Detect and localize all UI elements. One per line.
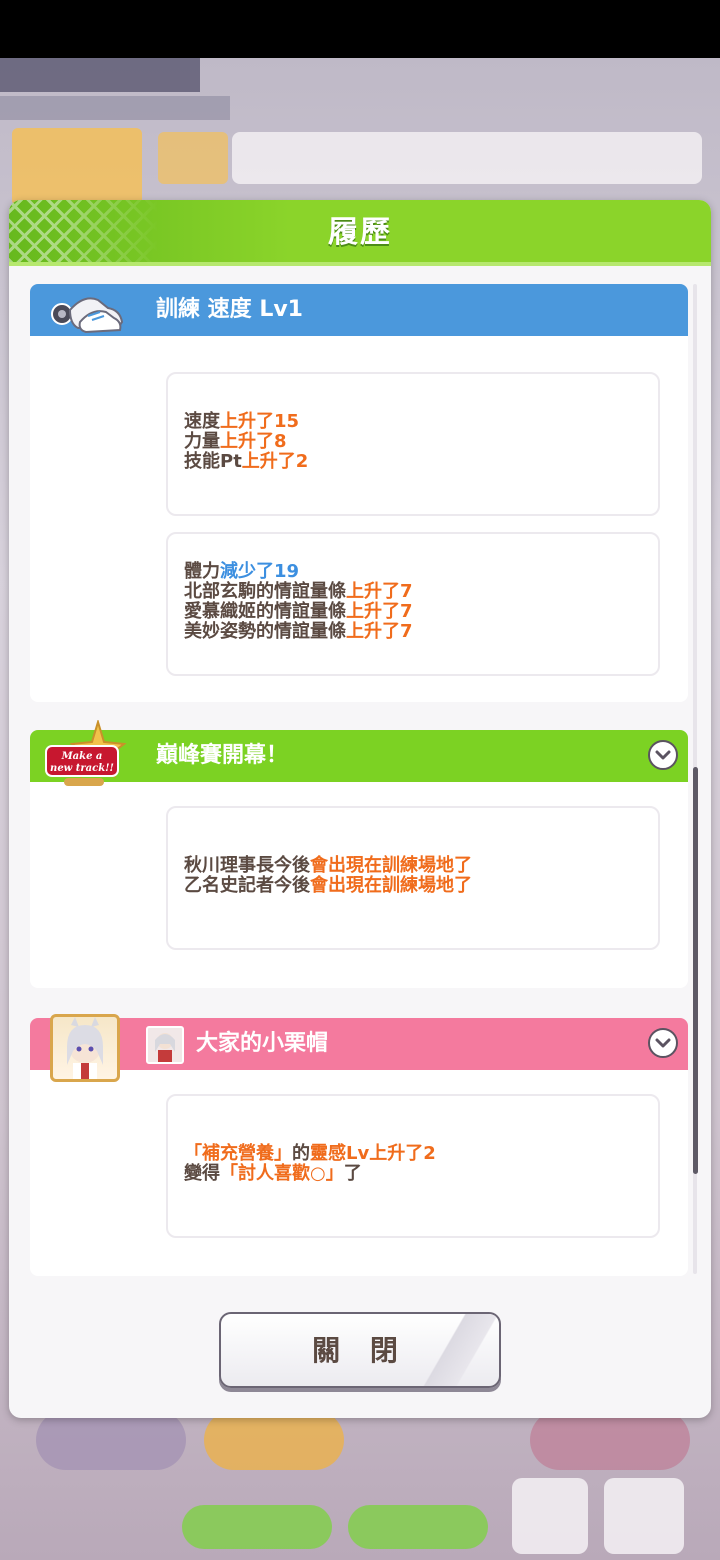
- result-text: 上升了7: [346, 601, 413, 622]
- result-text: 「討人喜歡○」: [220, 1163, 344, 1184]
- result-text: 減少了19: [220, 561, 300, 582]
- history-entry-training: 訓練 速度 Lv1 速度上升了15 力量上升了8 技能Pt上升了2 體力減少了19 北…: [30, 284, 688, 702]
- result-text: 上升了8: [220, 431, 287, 452]
- result-text: 的: [292, 1143, 310, 1164]
- background-goal-bar: [232, 132, 702, 184]
- background-skip-button: [182, 1505, 332, 1549]
- entry-header: 大家的小栗帽: [30, 1018, 688, 1070]
- result-line: 技能Pt上升了2: [184, 452, 308, 472]
- result-line: 愛慕織姬的情誼量條上升了7: [184, 602, 413, 622]
- result-text: 了: [343, 1163, 362, 1184]
- result-text: 速度: [184, 411, 220, 432]
- result-line: 體力減少了19: [184, 562, 299, 582]
- result-text: 上升了7: [346, 621, 413, 642]
- entry-title: 巔峰賽開幕！: [156, 743, 289, 768]
- background-goal-chip: [158, 132, 228, 184]
- result-text: 上升了7: [346, 581, 413, 602]
- result-text: 體力: [184, 561, 220, 582]
- result-text: 變得: [184, 1163, 220, 1184]
- close-button[interactable]: 關 閉: [219, 1312, 501, 1388]
- result-line: 北部玄駒的情誼量條上升了7: [184, 582, 413, 602]
- result-line: 「補充營養」的靈感Lv上升了2: [184, 1144, 436, 1164]
- result-box: 「補充營養」的靈感Lv上升了2 變得「討人喜歡○」了: [166, 1094, 660, 1238]
- badge-text-line2: new track!!: [50, 763, 114, 774]
- dialog-header: 履歷: [9, 200, 711, 266]
- badge-text-line1: Make a: [61, 751, 103, 762]
- background-race-button: [530, 1410, 690, 1470]
- result-line: 速度上升了15: [184, 412, 299, 432]
- chevron-down-icon[interactable]: [648, 740, 678, 770]
- scrollbar-thumb[interactable]: [693, 767, 698, 1174]
- result-box: 體力減少了19 北部玄駒的情誼量條上升了7 愛慕織姬的情誼量條上升了7 美妙姿勢的情誼…: [166, 532, 660, 676]
- result-box: 速度上升了15 力量上升了8 技能Pt上升了2: [166, 372, 660, 516]
- background-train-button: [204, 1410, 344, 1470]
- result-line: 力量上升了8: [184, 432, 287, 452]
- result-text: 上升了2: [241, 451, 309, 472]
- result-text: 乙名史記者今後: [184, 875, 310, 896]
- background-subtitle-bar: [0, 96, 230, 120]
- background-rest-button: [36, 1410, 186, 1470]
- background-turn-counter: [12, 128, 142, 206]
- entry-header: 訓練 速度 Lv1: [30, 284, 688, 336]
- chevron-down-icon[interactable]: [648, 1028, 678, 1058]
- history-entry-inspiration: 大家的小栗帽 「補充營養」的靈感Lv上升了2 變得「討人喜歡○」了: [30, 1018, 688, 1276]
- result-text: 上升了15: [220, 411, 300, 432]
- result-box: 秋川理事長今後會出現在訓練場地了 乙名史記者今後會出現在訓練場地了: [166, 806, 660, 950]
- make-a-new-track-badge-icon: Make a new track!!: [45, 720, 127, 786]
- result-text: 力量: [184, 431, 220, 452]
- result-text: 愛慕織姬的情誼量條: [184, 601, 346, 622]
- shoe-icon: [51, 297, 124, 334]
- character-portrait-icon: [50, 1014, 120, 1082]
- result-text: 會出現在訓練場地了: [310, 875, 472, 896]
- background-log-button: [512, 1478, 588, 1554]
- dialog-title: 履歷: [328, 215, 392, 250]
- history-list[interactable]: 訓練 速度 Lv1 速度上升了15 力量上升了8 技能Pt上升了2 體力減少了19 北…: [30, 284, 688, 1278]
- result-text: 「補充營養」: [184, 1143, 292, 1164]
- close-button-label: 關 閉: [312, 1334, 408, 1367]
- result-text: 北部玄駒的情誼量條: [184, 581, 346, 602]
- result-line: 秋川理事長今後會出現在訓練場地了: [184, 856, 472, 876]
- background-auto-button: [348, 1505, 488, 1549]
- result-text: Lv上升了2: [346, 1143, 436, 1164]
- result-text: 秋川理事長今後: [184, 855, 310, 876]
- entry-title: 大家的小栗帽: [196, 1031, 329, 1056]
- entry-title: 訓練 速度 Lv1: [156, 297, 303, 322]
- result-text: 美妙姿勢的情誼量條: [184, 621, 346, 642]
- result-text: 技能Pt: [184, 451, 242, 472]
- result-text: 靈感: [310, 1143, 346, 1164]
- result-line: 美妙姿勢的情誼量條上升了7: [184, 622, 413, 642]
- background-menu-button: [604, 1478, 684, 1554]
- result-text: 會出現在訓練場地了: [310, 855, 472, 876]
- result-line: 變得「討人喜歡○」了: [184, 1164, 362, 1184]
- background-status-bar: [0, 58, 200, 92]
- result-line: 乙名史記者今後會出現在訓練場地了: [184, 876, 472, 896]
- mini-portrait-icon: [146, 1026, 184, 1064]
- history-dialog: 履歷 訓練 速度 Lv1 速度上升了15 力量上升了8 技能Pt上升了2 體力減少了…: [9, 200, 711, 1418]
